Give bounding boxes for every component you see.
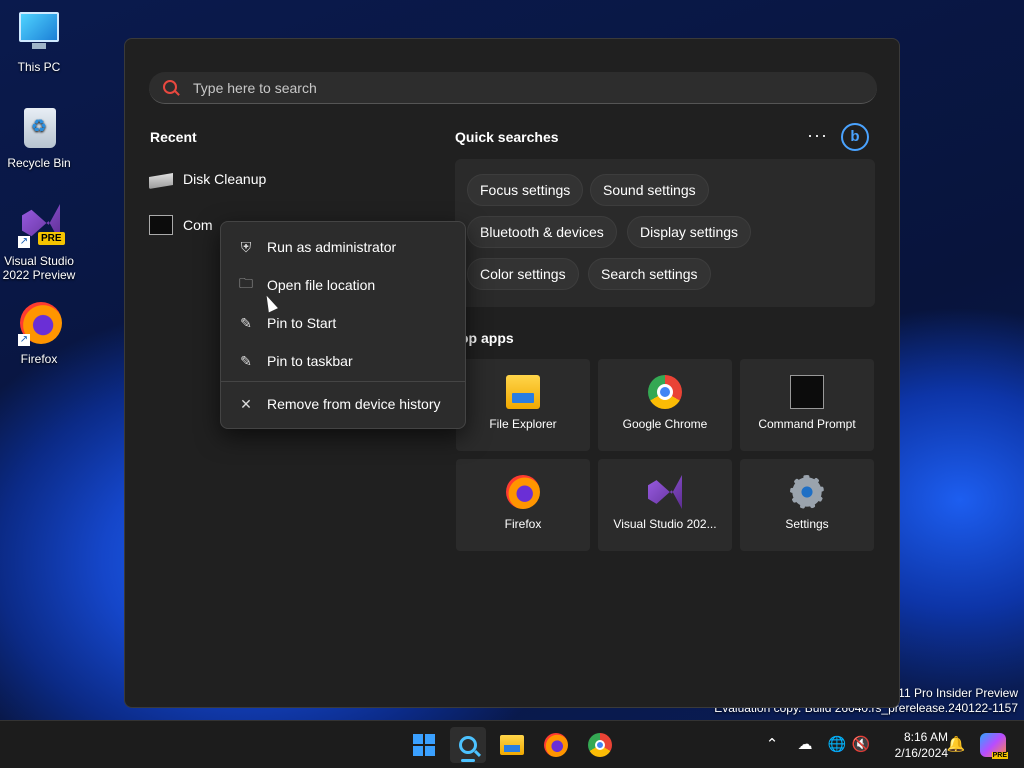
- chip-search-settings[interactable]: Search settings: [588, 258, 711, 290]
- desktop-icon-label: Recycle Bin: [7, 156, 71, 170]
- desktop-icon-this-pc[interactable]: This PC: [0, 10, 78, 74]
- taskbar-firefox[interactable]: [538, 727, 574, 763]
- windows-logo-icon: [413, 734, 435, 756]
- command-prompt-icon: [790, 375, 824, 409]
- network-globe-icon[interactable]: 🌐: [827, 735, 847, 753]
- chrome-icon: [588, 733, 612, 757]
- firefox-icon: [506, 475, 540, 509]
- top-apps-title: op apps: [460, 330, 514, 346]
- disk-cleanup-icon: [149, 173, 173, 189]
- menu-item-pin-to-start[interactable]: ✎ Pin to Start: [225, 306, 461, 340]
- desktop-icon-label: Visual Studio 2022 Preview: [2, 254, 76, 282]
- firefox-icon: [544, 733, 568, 757]
- chrome-icon: [648, 375, 682, 409]
- menu-item-open-file-location[interactable]: 🗀 Open file location: [225, 268, 461, 302]
- menu-separator: [221, 381, 465, 382]
- chip-display-settings[interactable]: Display settings: [627, 216, 752, 248]
- app-tile-label: Firefox: [504, 517, 542, 531]
- volume-muted-icon[interactable]: 🔇: [851, 735, 871, 753]
- bing-icon[interactable]: b: [841, 123, 869, 151]
- close-icon: ✕: [240, 395, 252, 412]
- shortcut-arrow-icon: ↗: [18, 236, 30, 248]
- desktop-icon-visual-studio[interactable]: PRE ↗ Visual Studio 2022 Preview: [0, 204, 78, 282]
- file-explorer-icon: [500, 735, 524, 755]
- recent-item-label: Com: [183, 217, 213, 233]
- search-input[interactable]: [193, 78, 793, 98]
- build-watermark-line1: s 11 Pro Insider Preview: [888, 686, 1018, 700]
- notification-bell-icon[interactable]: 🔔: [946, 735, 966, 753]
- menu-item-label: Remove from device history: [267, 396, 441, 412]
- search-icon: [459, 736, 477, 754]
- clock-date: 2/16/2024: [894, 746, 948, 760]
- app-tile-label: Google Chrome: [622, 417, 708, 431]
- app-tile-visual-studio[interactable]: Visual Studio 202...: [598, 459, 732, 551]
- file-explorer-icon: [506, 375, 540, 409]
- computer-icon: [16, 10, 62, 56]
- onedrive-cloud-icon[interactable]: ☁: [795, 735, 815, 753]
- menu-item-label: Pin to taskbar: [267, 353, 353, 369]
- folder-icon: 🗀: [239, 275, 253, 291]
- copilot-pre-badge: PRE: [991, 752, 1008, 759]
- pre-badge: PRE: [38, 232, 65, 245]
- visual-studio-icon: [648, 475, 682, 509]
- search-box[interactable]: [149, 72, 877, 104]
- taskbar-chrome[interactable]: [582, 727, 618, 763]
- desktop-icon-firefox[interactable]: ↗ Firefox: [0, 302, 78, 366]
- copilot-icon[interactable]: PRE: [980, 733, 1008, 759]
- taskbar: ⌃ ☁ 🌐 🔇 8:16 AM 2/16/2024 🔔 PRE: [0, 720, 1024, 768]
- show-hidden-icons-chevron-up-icon[interactable]: ⌃: [762, 735, 782, 753]
- app-tile-google-chrome[interactable]: Google Chrome: [598, 359, 732, 451]
- quick-searches-area: Focus settings Sound settings Bluetooth …: [455, 159, 875, 307]
- chip-color-settings[interactable]: Color settings: [467, 258, 579, 290]
- clock-time: 8:16 AM: [903, 730, 948, 744]
- chip-sound-settings[interactable]: Sound settings: [590, 174, 709, 206]
- recent-item-label: Disk Cleanup: [183, 171, 267, 187]
- desktop-icon-recycle-bin[interactable]: Recycle Bin: [0, 106, 78, 170]
- app-tile-label: Command Prompt: [758, 417, 856, 431]
- recent-title: Recent: [150, 129, 197, 145]
- menu-item-label: Open file location: [267, 277, 376, 293]
- visual-studio-icon: PRE ↗: [16, 204, 65, 250]
- shortcut-arrow-icon: ↗: [18, 334, 30, 346]
- pin-icon: ✎: [240, 314, 252, 331]
- start-button[interactable]: [406, 727, 442, 763]
- clock[interactable]: 8:16 AM 2/16/2024: [878, 729, 948, 761]
- app-tile-label: Settings: [785, 517, 829, 531]
- menu-item-label: Run as administrator: [267, 239, 397, 255]
- menu-item-pin-to-taskbar[interactable]: ✎ Pin to taskbar: [225, 344, 461, 378]
- quick-searches-title: Quick searches: [455, 129, 559, 145]
- app-tile-command-prompt[interactable]: Command Prompt: [740, 359, 874, 451]
- app-tile-settings[interactable]: Settings: [740, 459, 874, 551]
- firefox-icon: ↗: [16, 302, 62, 348]
- taskbar-file-explorer[interactable]: [494, 727, 530, 763]
- recycle-bin-icon: [16, 106, 62, 152]
- desktop-icon-label: This PC: [17, 60, 61, 74]
- recent-item-disk-cleanup[interactable]: Disk Cleanup: [149, 161, 429, 197]
- gear-icon: [790, 475, 824, 509]
- menu-item-remove-from-history[interactable]: ✕ Remove from device history: [225, 387, 461, 421]
- chip-bluetooth-devices[interactable]: Bluetooth & devices: [467, 216, 617, 248]
- chip-focus-settings[interactable]: Focus settings: [467, 174, 584, 206]
- app-tile-label: Visual Studio 202...: [613, 517, 717, 531]
- menu-item-label: Pin to Start: [267, 315, 337, 331]
- app-tile-firefox[interactable]: Firefox: [456, 459, 590, 551]
- pin-icon: ✎: [240, 352, 252, 369]
- taskbar-search-button[interactable]: [450, 727, 486, 763]
- desktop-icon-label: Firefox: [20, 352, 58, 366]
- more-options-button[interactable]: ···: [807, 125, 828, 146]
- shield-icon: ⛨: [240, 238, 252, 255]
- search-icon: [163, 80, 177, 94]
- menu-item-run-as-administrator[interactable]: ⛨ Run as administrator: [225, 230, 461, 264]
- app-tile-file-explorer[interactable]: File Explorer: [456, 359, 590, 451]
- command-prompt-icon: [149, 215, 173, 235]
- context-menu: ⛨ Run as administrator 🗀 Open file locat…: [220, 221, 466, 429]
- app-tile-label: File Explorer: [489, 417, 557, 431]
